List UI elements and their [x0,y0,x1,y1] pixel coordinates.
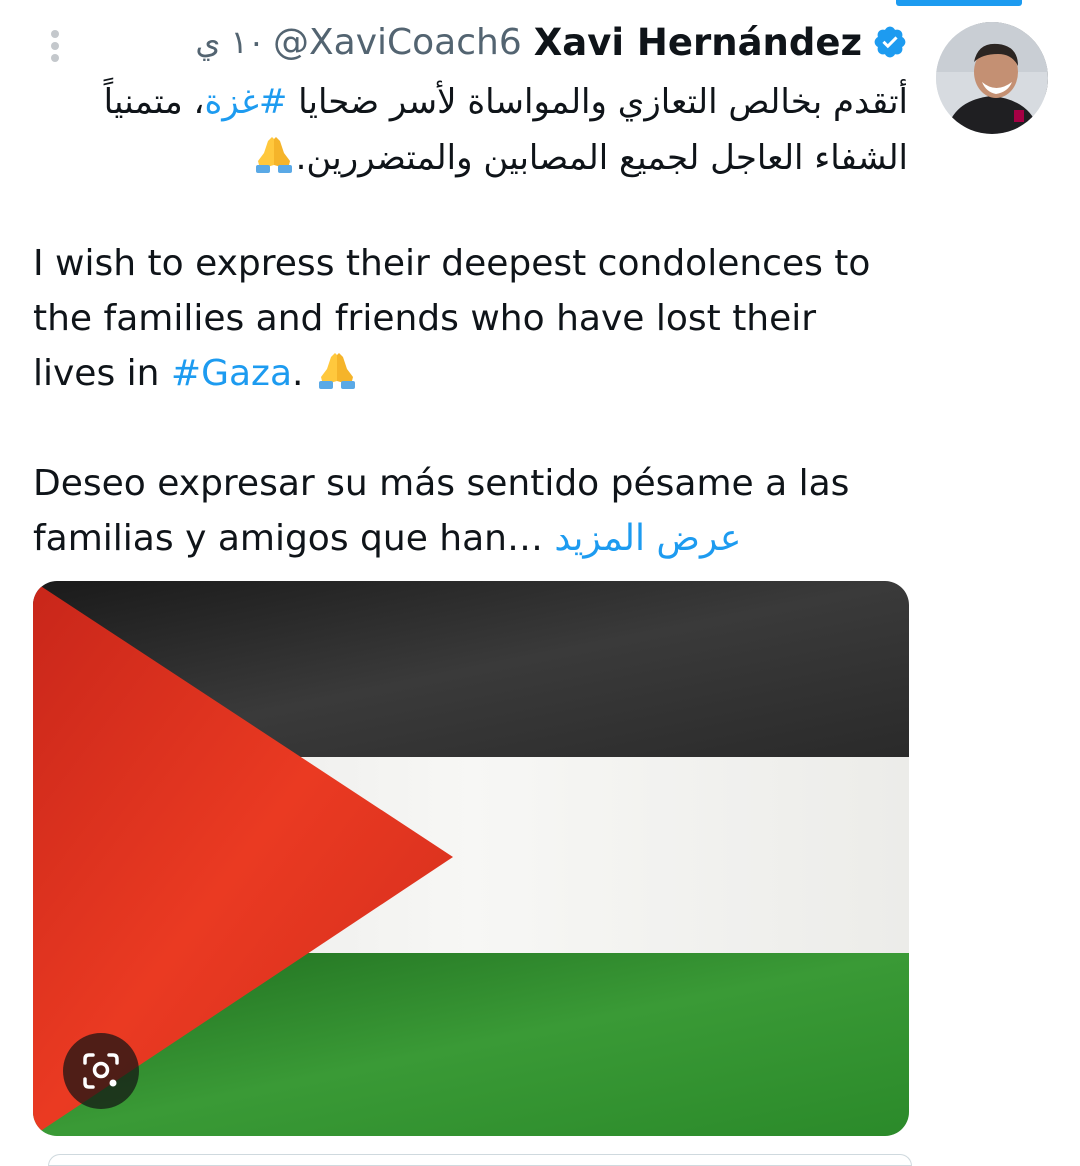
tweet-media-image[interactable] [33,581,909,1136]
verified-badge-icon [874,26,906,58]
arabic-text-part: أتقدم بخالص التعازي والمواساة لأسر ضحايا [287,82,908,122]
spanish-text-part: familias y amigos que han… [33,518,555,559]
hashtag-gaza-arabic[interactable]: #غزة [204,82,287,122]
display-name[interactable]: Xavi Hernández [534,21,862,64]
palestine-flag-image [33,581,909,1136]
tweet-text-english: I wish to express their deepest condolen… [33,236,913,401]
tweet-time[interactable]: ١٠ ي [195,23,265,61]
more-vertical-icon[interactable] [40,26,70,66]
image-search-lens-icon[interactable] [63,1033,139,1109]
folded-hands-emoji [318,353,355,389]
top-strip [896,0,1022,6]
next-card-edge [48,1154,912,1166]
spanish-line-2: familias y amigos que han… عرض المزيد [33,511,913,566]
english-line-2: the families and friends who have lost t… [33,298,817,339]
english-text-part: lives in [33,353,171,394]
user-handle[interactable]: @XaviCoach6 [273,22,522,63]
spanish-line-1: Deseo expresar su más sentido pésame a l… [33,463,850,504]
english-text-part: . [292,353,315,394]
arabic-text-part: الشفاء العاجل لجميع المصابين والمتضررين. [295,138,908,178]
folded-hands-emoji [255,137,292,173]
english-line-1: I wish to express their deepest condolen… [33,243,871,284]
hashtag-gaza[interactable]: #Gaza [171,353,292,394]
avatar[interactable] [936,22,1048,134]
arabic-text-part: ، متمنياً [103,82,205,122]
tweet-text-spanish: Deseo expresar su más sentido pésame a l… [33,456,913,566]
arabic-line-2: الشفاء العاجل لجميع المصابين والمتضررين. [48,130,908,186]
tweet-header: ١٠ ي @XaviCoach6 Xavi Hernández [195,18,908,66]
show-more-link[interactable]: عرض المزيد [554,518,741,559]
english-line-3: lives in #Gaza. [33,346,913,401]
tweet-text-arabic: أتقدم بخالص التعازي والمواساة لأسر ضحايا… [48,74,908,186]
arabic-line-1: أتقدم بخالص التعازي والمواساة لأسر ضحايا… [48,74,908,130]
